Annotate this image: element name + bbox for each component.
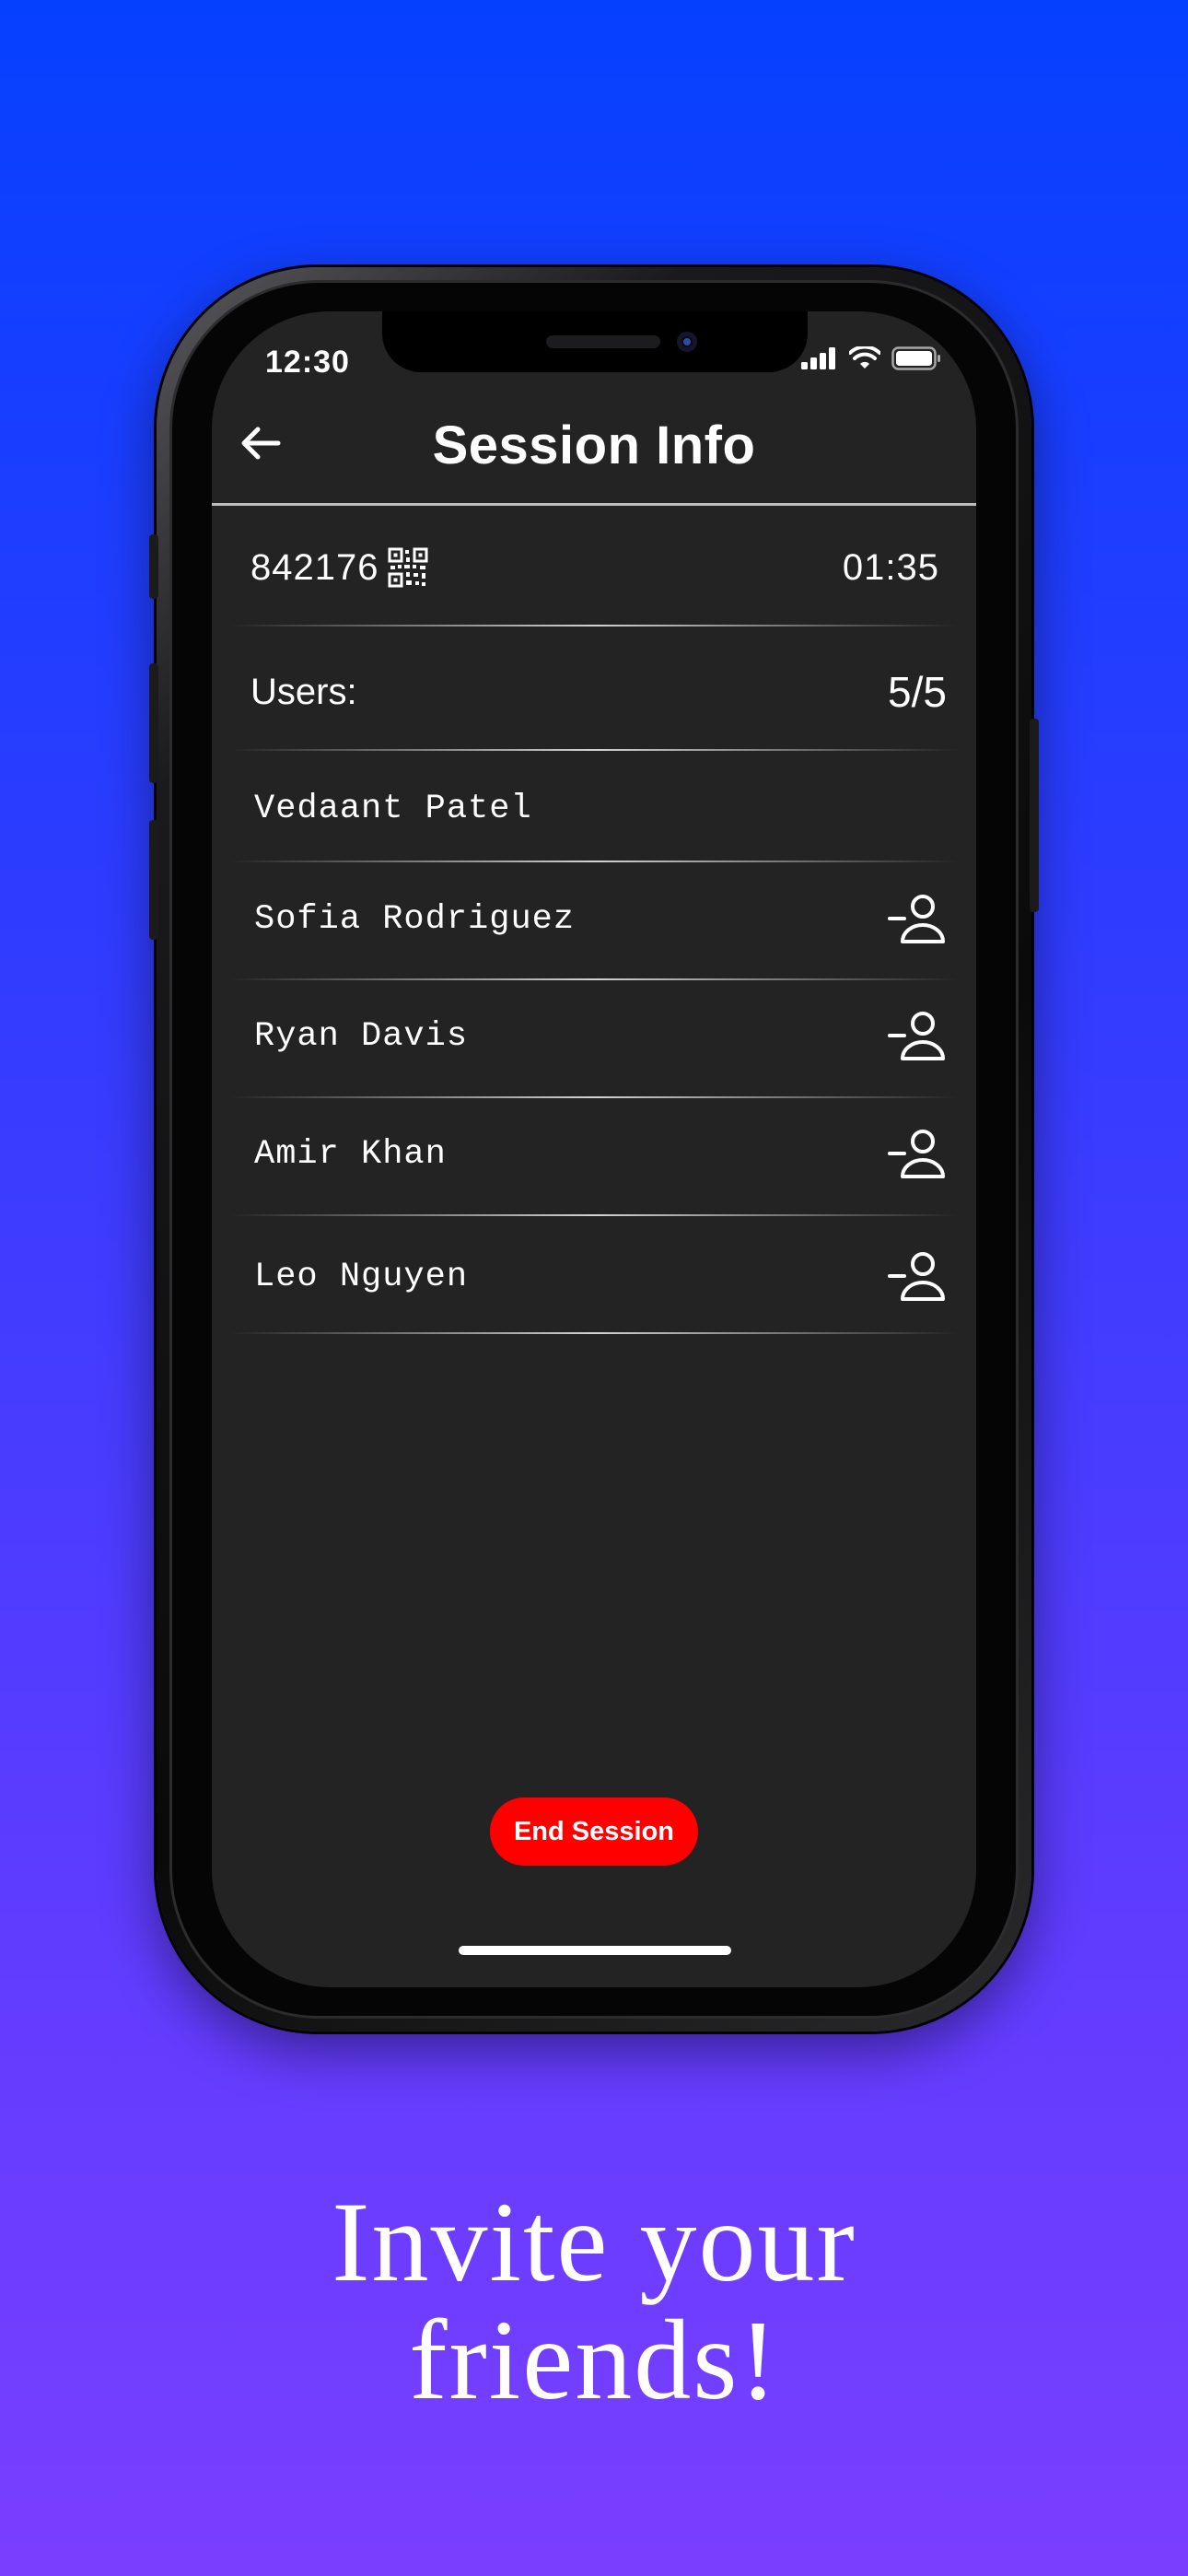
- volume-down-button: [149, 820, 158, 940]
- session-timer: 01:35: [842, 546, 939, 588]
- divider: [230, 749, 958, 751]
- users-header-row: Users: 5/5: [212, 664, 976, 720]
- end-session-button[interactable]: End Session: [490, 1797, 698, 1866]
- home-indicator[interactable]: [459, 1946, 731, 1955]
- user-row: Ryan Davis: [212, 1007, 976, 1066]
- users-label: Users:: [250, 671, 357, 712]
- user-row: Vedaant Patel: [212, 779, 976, 838]
- user-name: Sofia Rodriguez: [254, 900, 576, 939]
- app-screen: 12:30 Session Info 842176 01:35 Users: 5…: [212, 311, 976, 1987]
- user-row: Leo Nguyen: [212, 1247, 976, 1306]
- remove-user-icon[interactable]: [888, 890, 947, 949]
- session-code[interactable]: 842176: [250, 547, 428, 589]
- divider: [230, 625, 958, 626]
- status-icons: [801, 346, 941, 370]
- volume-up-button: [149, 663, 158, 783]
- wifi-icon: [849, 346, 880, 369]
- remove-user-icon[interactable]: [888, 1247, 947, 1306]
- promo-line-1: Invite your: [332, 2179, 856, 2305]
- divider: [230, 978, 958, 980]
- user-name: Leo Nguyen: [254, 1258, 469, 1296]
- promo-tagline: Invite your friends!: [0, 2184, 1188, 2419]
- battery-icon: [891, 346, 940, 370]
- divider: [230, 1214, 958, 1216]
- front-camera: [677, 332, 697, 352]
- divider: [230, 1332, 958, 1334]
- user-row: Amir Khan: [212, 1125, 976, 1184]
- user-row: Sofia Rodriguez: [212, 890, 976, 949]
- remove-user-icon[interactable]: [888, 1007, 947, 1066]
- speaker: [546, 335, 660, 348]
- session-row: 842176 01:35: [212, 540, 976, 595]
- status-time: 12:30: [265, 345, 350, 380]
- user-name: Vedaant Patel: [254, 790, 532, 828]
- phone-frame: 12:30 Session Info 842176 01:35 Users: 5…: [149, 267, 1039, 2032]
- power-button: [1030, 719, 1039, 912]
- remove-user-icon[interactable]: [888, 1125, 947, 1184]
- divider: [230, 1096, 958, 1098]
- page-title: Session Info: [432, 416, 756, 475]
- qr-code-icon[interactable]: [388, 547, 428, 588]
- user-name: Amir Khan: [254, 1135, 447, 1174]
- signal-icon: [801, 347, 835, 369]
- promo-line-2: friends!: [409, 2297, 779, 2423]
- session-code-text: 842176: [250, 546, 379, 588]
- divider: [230, 861, 958, 862]
- silent-switch: [149, 534, 158, 599]
- user-name: Ryan Davis: [254, 1017, 469, 1056]
- users-count: 5/5: [888, 668, 947, 716]
- notch: [382, 311, 808, 372]
